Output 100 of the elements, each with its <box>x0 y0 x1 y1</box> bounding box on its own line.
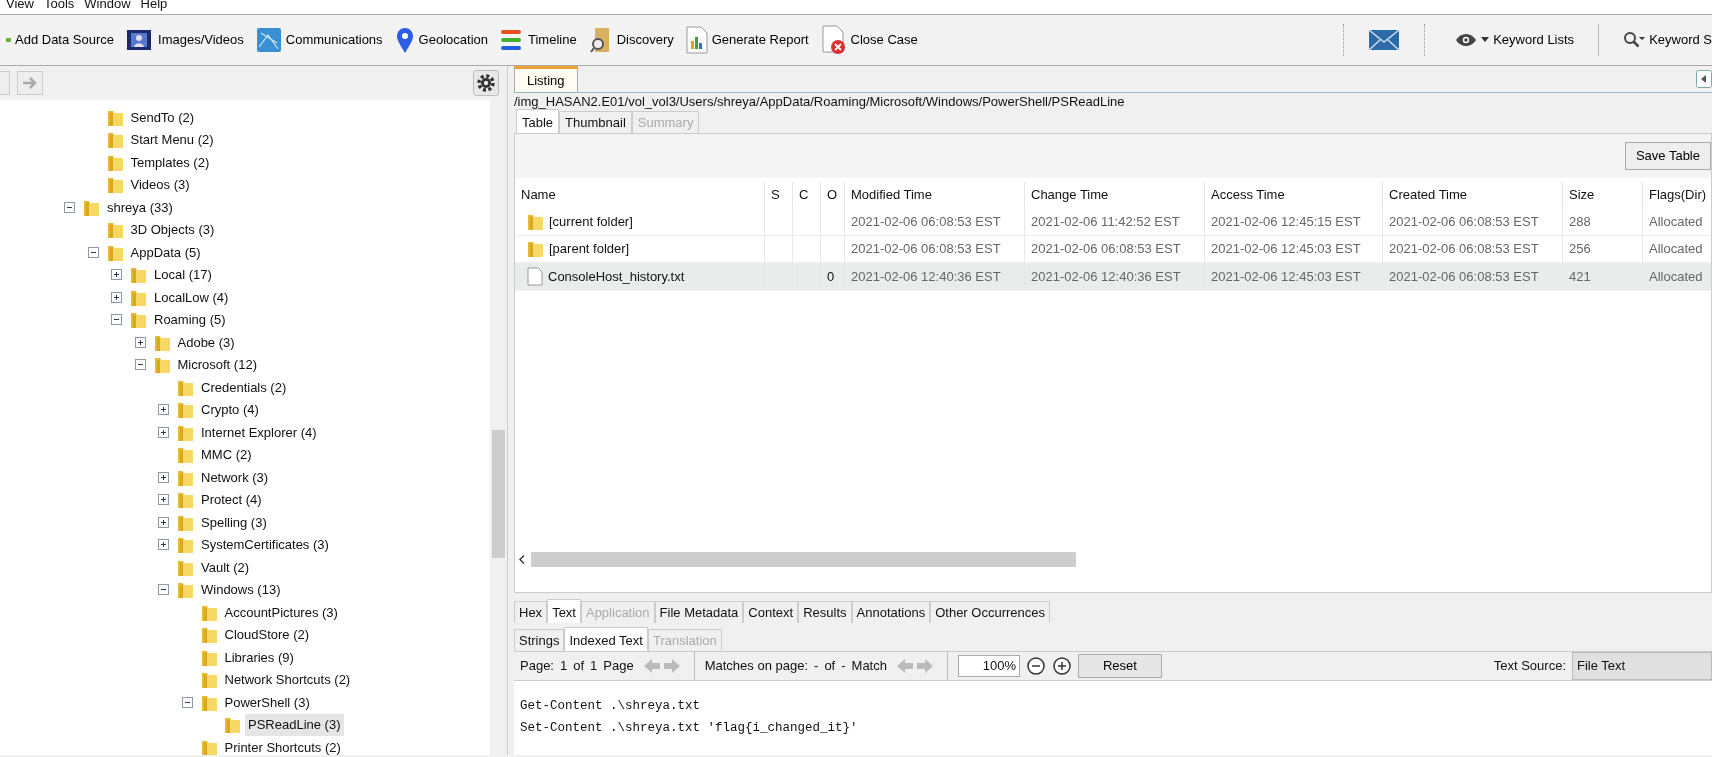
toolbar-button[interactable]: Close Case <box>814 25 924 55</box>
file-name[interactable]: [parent folder] <box>549 239 630 259</box>
tree-item[interactable]: Vault (2) <box>198 556 253 578</box>
mail-icon[interactable] <box>1368 29 1401 51</box>
viewer-tab[interactable]: Text <box>547 598 581 623</box>
toolbar-button[interactable]: Generate Report <box>679 26 815 54</box>
collapse-icon[interactable] <box>87 246 99 258</box>
tree-item[interactable]: Printer Shortcuts (2) <box>221 736 344 755</box>
column-header[interactable]: Name <box>515 182 765 208</box>
viewer-tab[interactable]: File Metadata <box>654 600 744 623</box>
toolbar-label: of <box>824 657 836 676</box>
expand-icon[interactable] <box>111 291 122 303</box>
tree-item[interactable]: Microsoft (12) <box>174 354 260 376</box>
expand-icon[interactable] <box>158 426 169 438</box>
view-tab[interactable]: Thumbnail <box>559 110 632 133</box>
table-cell: 2021-02-06 06:08:53 EST <box>1383 263 1563 291</box>
column-header[interactable]: C <box>793 182 821 208</box>
toolbar-button[interactable]: Communications <box>249 27 389 53</box>
sub-tab[interactable]: Strings <box>514 628 565 651</box>
table-cell: Allocated <box>1643 208 1711 236</box>
file-name[interactable]: [current folder] <box>549 211 633 231</box>
tree-item[interactable]: Roaming (5) <box>151 309 229 331</box>
tree-item[interactable]: Start Menu (2) <box>127 129 217 151</box>
expand-icon[interactable] <box>158 516 169 528</box>
expand-icon[interactable] <box>158 494 169 506</box>
tree-item[interactable]: SendTo (2) <box>127 106 198 128</box>
toolbar-label: of <box>573 657 585 676</box>
collapse-icon[interactable] <box>134 359 146 371</box>
expand-icon[interactable] <box>158 539 169 551</box>
tree-item[interactable]: Local (17) <box>151 264 215 286</box>
settings-icon[interactable] <box>473 70 499 96</box>
tree-item[interactable]: Credentials (2) <box>198 376 290 398</box>
tree-item[interactable]: Protect (4) <box>198 489 265 511</box>
collapse-icon[interactable] <box>158 584 169 596</box>
toolbar-button[interactable]: Images/Videos <box>120 27 250 53</box>
toolbar-button[interactable]: Timeline <box>494 27 583 53</box>
expand-icon[interactable] <box>111 269 122 281</box>
tree-item[interactable]: AccountPictures (3) <box>221 601 341 623</box>
expand-icon[interactable] <box>158 404 169 416</box>
toolbar-button[interactable]: Keyword Lists <box>1449 30 1581 50</box>
toolbar-button[interactable]: Discovery <box>582 26 680 54</box>
toolbar-button[interactable]: Keyword S <box>1617 30 1712 50</box>
tree-item[interactable]: PSReadLine (3) <box>245 714 344 736</box>
toolbar-label: Matches on page: <box>704 657 809 676</box>
tree-item[interactable]: Videos (3) <box>127 174 193 196</box>
viewer-tab[interactable]: Context <box>743 600 799 623</box>
collapse-icon[interactable] <box>181 696 193 708</box>
column-header[interactable]: Size <box>1563 182 1643 208</box>
tree-item[interactable]: PowerShell (3) <box>221 691 313 713</box>
collapse-icon[interactable] <box>111 314 122 326</box>
tree-item[interactable]: MMC (2) <box>198 444 255 466</box>
column-header[interactable]: Access Time <box>1205 182 1383 208</box>
zoom-out-icon[interactable] <box>1025 656 1046 676</box>
column-header[interactable]: O <box>821 182 845 208</box>
text-line: Set-Content .\shreya.txt 'flag{i_changed_it}' <box>520 720 859 737</box>
column-header[interactable]: Modified Time <box>845 182 1025 208</box>
save-table-button[interactable]: Save Table <box>1624 142 1711 170</box>
file-name[interactable]: ConsoleHost_history.txt <box>548 266 685 286</box>
tree-item[interactable]: Internet Explorer (4) <box>198 421 320 443</box>
tree-item[interactable]: SystemCertificates (3) <box>198 534 332 556</box>
table-cell: 0 <box>821 263 845 291</box>
column-header[interactable]: S <box>765 182 793 208</box>
tree-item[interactable]: Crypto (4) <box>198 399 262 421</box>
viewer-tab[interactable]: Results <box>798 600 852 623</box>
tree-item[interactable]: AppData (5) <box>127 241 204 263</box>
close-case-icon <box>820 25 847 55</box>
tree-item[interactable]: CloudStore (2) <box>221 624 313 646</box>
toolbar-button[interactable]: Add Data Source <box>0 30 120 50</box>
tree-item[interactable]: Adobe (3) <box>174 331 238 353</box>
viewer-tab[interactable]: Other Occurrences <box>930 600 1050 623</box>
tree-item[interactable]: Windows (13) <box>198 579 284 601</box>
folder-icon <box>106 175 124 195</box>
zoom-field[interactable]: 100% <box>957 655 1020 677</box>
expand-icon[interactable] <box>158 471 169 483</box>
folder-icon <box>200 670 218 690</box>
column-header[interactable]: Flags(Dir) <box>1643 182 1711 208</box>
scroll-left-button[interactable] <box>1696 70 1712 88</box>
table-cell: 2021-02-06 12:45:03 EST <box>1205 263 1383 291</box>
scroll-left-icon[interactable] <box>519 554 525 564</box>
tree-item[interactable]: Network (3) <box>198 466 272 488</box>
reset-button[interactable]: Reset <box>1077 654 1162 678</box>
toolbar-button[interactable]: Geolocation <box>388 26 494 54</box>
viewer-tab[interactable]: Annotations <box>851 600 931 623</box>
tree-item[interactable]: shreya (33) <box>104 196 176 218</box>
listing-tab[interactable]: Listing <box>514 65 578 92</box>
text-source-dropdown[interactable]: File Text <box>1572 652 1712 680</box>
column-header[interactable]: Created Time <box>1383 182 1563 208</box>
expand-icon[interactable] <box>134 336 146 348</box>
sub-tab[interactable]: Indexed Text <box>564 626 648 651</box>
tree-item[interactable]: Spelling (3) <box>198 511 270 533</box>
tree-item[interactable]: Network Shortcuts (2) <box>221 669 354 691</box>
tree-item[interactable]: 3D Objects (3) <box>127 219 218 241</box>
view-tab[interactable]: Table <box>516 108 560 133</box>
tree-item[interactable]: Libraries (9) <box>221 646 297 668</box>
tree-item[interactable]: Templates (2) <box>127 151 213 173</box>
tree-item[interactable]: LocalLow (4) <box>151 286 232 308</box>
viewer-tab[interactable]: Hex <box>514 600 548 623</box>
zoom-in-icon[interactable] <box>1051 656 1072 676</box>
collapse-icon[interactable] <box>64 201 75 213</box>
column-header[interactable]: Change Time <box>1025 182 1205 208</box>
